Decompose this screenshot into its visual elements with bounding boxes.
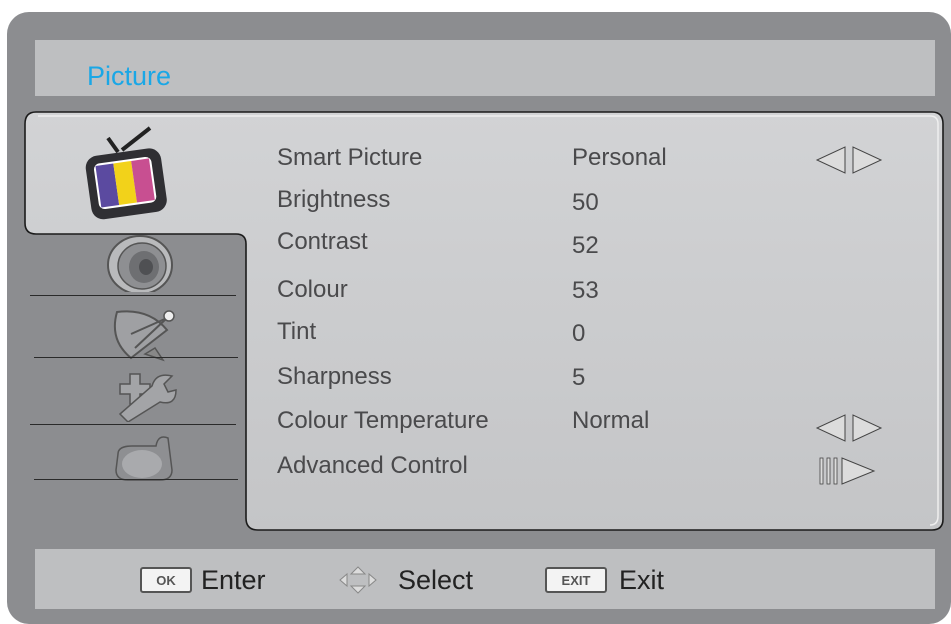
lock-icon <box>115 436 173 481</box>
exit-hint: Exit <box>619 565 665 595</box>
menu-label: Brightness <box>277 186 391 213</box>
menu-value: Normal <box>572 407 650 434</box>
left-right-arrows-icon[interactable] <box>815 145 885 175</box>
menu-label: Sharpness <box>277 363 392 390</box>
exit-key[interactable]: EXIT <box>545 567 607 593</box>
sidebar-item-picture[interactable] <box>70 122 180 222</box>
menu-value: 52 <box>572 232 599 259</box>
speaker-icon <box>107 235 173 295</box>
footer-hint-bar: OK Enter Select EXIT Exit <box>35 549 935 609</box>
sidebar-divider <box>30 295 236 296</box>
menu-label: Contrast <box>277 228 368 255</box>
menu-label: Tint <box>277 318 317 345</box>
sidebar-divider <box>34 479 238 480</box>
sidebar-item-sound[interactable] <box>100 234 180 295</box>
sidebar-divider <box>34 357 238 358</box>
menu-label: Advanced Control <box>277 452 468 479</box>
menu-value: 0 <box>572 320 586 347</box>
left-right-arrows-icon[interactable] <box>815 413 885 443</box>
menu-value: 50 <box>572 189 599 216</box>
sidebar-item-channel[interactable] <box>105 304 185 362</box>
menu-label: Colour <box>277 276 348 303</box>
ok-key[interactable]: OK <box>140 567 192 593</box>
tools-icon <box>118 373 177 423</box>
select-hint: Select <box>398 565 474 595</box>
menu-value: Personal <box>572 144 667 171</box>
menu-label: Smart Picture <box>277 144 423 171</box>
sidebar-divider <box>30 424 236 425</box>
sidebar-item-lock[interactable] <box>110 430 180 482</box>
enter-arrow-icon[interactable] <box>818 456 888 486</box>
enter-hint: Enter <box>201 565 266 595</box>
sidebar-item-setup[interactable] <box>110 366 190 423</box>
satellite-dish-icon <box>113 310 175 362</box>
menu-label: Colour Temperature <box>277 407 489 434</box>
menu-value: 53 <box>572 277 599 304</box>
navigation-arrows-icon <box>339 566 377 594</box>
menu-value: 5 <box>572 364 586 391</box>
tv-icon <box>85 126 167 220</box>
